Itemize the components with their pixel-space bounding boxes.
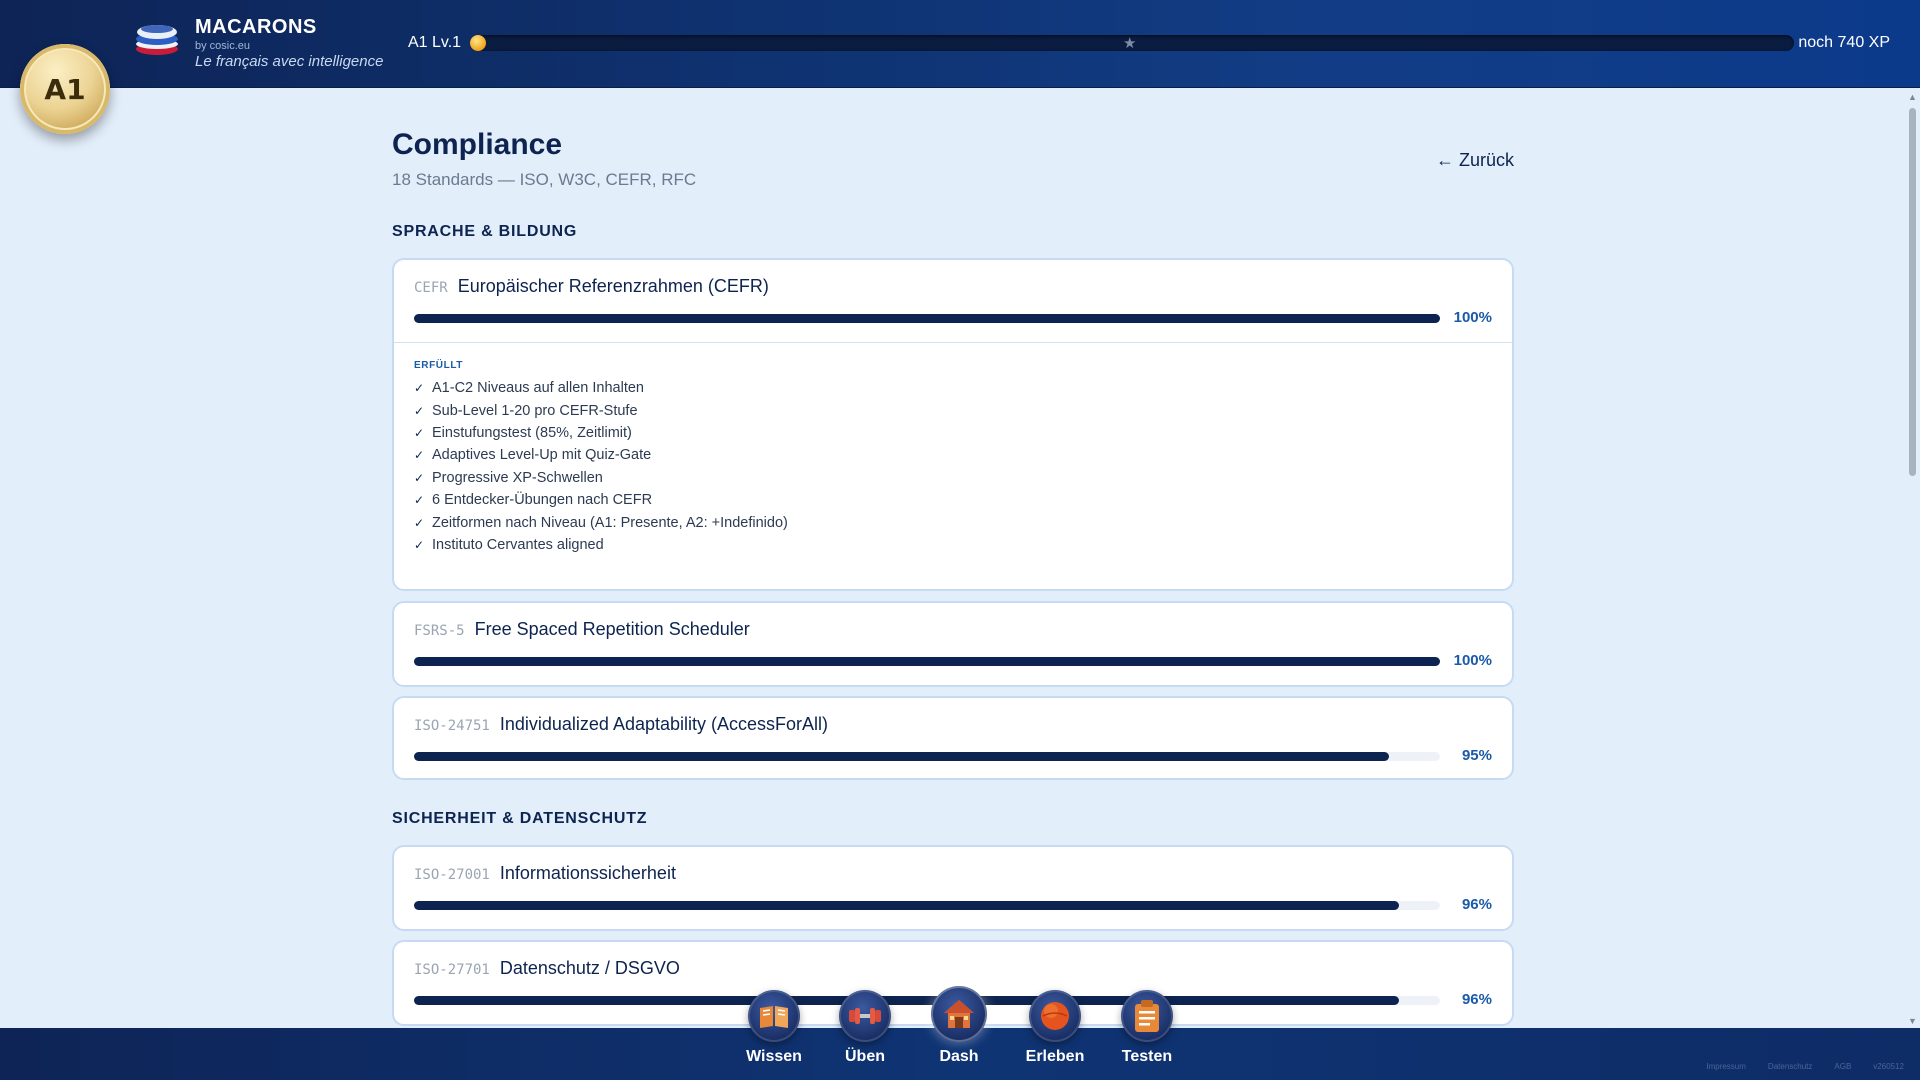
brand-tagline: Le français avec intelligence xyxy=(195,53,384,70)
list-item: ✓ Progressive XP-Schwellen xyxy=(414,469,603,486)
scroll-thumb[interactable] xyxy=(1909,108,1916,476)
footer-link-agb[interactable]: AGB xyxy=(1834,1062,1851,1071)
nav-testen[interactable]: Testen xyxy=(1102,990,1192,1066)
standard-card-cefr[interactable]: CEFR Europäischer Referenzrahmen (CEFR) … xyxy=(392,258,1514,591)
coin-icon xyxy=(470,35,486,51)
footer-link-datenschutz[interactable]: Datenschutz xyxy=(1768,1062,1812,1071)
progress-bar xyxy=(414,752,1440,761)
list-item: ✓ Sub-Level 1-20 pro CEFR-Stufe xyxy=(414,402,638,419)
nav-erleben[interactable]: Erleben xyxy=(1010,990,1100,1066)
progress-bar xyxy=(414,314,1440,323)
progress-percent: 100% xyxy=(1453,652,1492,669)
section-title: SPRACHE & BILDUNG xyxy=(392,223,578,240)
xp-level-label: A1 Lv.1 xyxy=(408,34,462,51)
nav-label: Wissen xyxy=(746,1048,802,1065)
brand-name: MACARONS xyxy=(195,16,317,38)
check-icon: ✓ xyxy=(414,493,425,508)
level-badge[interactable]: A1 xyxy=(20,44,110,134)
back-link[interactable]: ← Zurück xyxy=(1436,150,1514,171)
fulfilled-list: ✓ A1-C2 Niveaus auf allen Inhalten ✓ Sub-L… xyxy=(414,377,788,556)
progress-bar xyxy=(414,657,1440,666)
nav-wissen[interactable]: Wissen xyxy=(729,990,819,1066)
macaron-logo-icon xyxy=(136,25,178,55)
progress-bar xyxy=(414,901,1440,910)
check-icon: ✓ xyxy=(414,470,425,485)
nav-ueben[interactable]: Üben xyxy=(820,990,910,1066)
check-icon: ✓ xyxy=(414,448,425,463)
standard-name: Informationssicherheit xyxy=(499,863,676,883)
standard-code: FSRS-5 xyxy=(414,623,465,639)
check-icon: ✓ xyxy=(414,381,425,396)
list-item: ✓ Einstufungstest (85%, Zeitlimit) xyxy=(414,424,632,441)
standard-code: ISO-27701 xyxy=(414,962,490,978)
page-subtitle: 18 Standards — ISO, W3C, CEFR, RFC xyxy=(392,170,697,189)
house-icon xyxy=(931,986,987,1042)
progress-percent: 95% xyxy=(1461,747,1492,764)
progress-percent: 96% xyxy=(1461,896,1492,913)
list-item: ✓ Instituto Cervantes aligned xyxy=(414,536,604,553)
nav-dash[interactable]: Dash xyxy=(914,986,1004,1066)
book-icon xyxy=(748,990,800,1042)
brand: MACARONS by cosic.eu Le français avec in… xyxy=(195,16,383,70)
standard-code: ISO-27001 xyxy=(414,867,490,883)
standard-card-iso-24751[interactable]: ISO-24751 Individualized Adaptability (A… xyxy=(392,696,1514,780)
list-item: ✓ 6 Entdecker-Übungen nach CEFR xyxy=(414,492,653,509)
globe-icon xyxy=(1029,990,1081,1042)
clipboard-icon xyxy=(1121,990,1173,1042)
list-item: ✓ Zeitformen nach Niveau (A1: Presente, A… xyxy=(414,514,788,531)
fulfilled-label: ERFÜLLT xyxy=(414,360,464,371)
standard-code: ISO-24751 xyxy=(414,718,490,734)
standard-name: Datenschutz / DSGVO xyxy=(499,958,680,978)
standard-name: Free Spaced Repetition Scheduler xyxy=(474,619,750,639)
brand-byline: by cosic.eu xyxy=(195,40,251,52)
standard-card-fsrs[interactable]: FSRS-5 Free Spaced Repetition Scheduler … xyxy=(392,601,1514,687)
check-icon: ✓ xyxy=(414,425,425,440)
progress-percent: 100% xyxy=(1453,309,1492,326)
standard-code: CEFR xyxy=(414,280,448,296)
star-icon: ★ xyxy=(1123,35,1137,52)
page-title: Compliance xyxy=(392,128,563,161)
xp-progress-bar: ★ xyxy=(470,35,1794,52)
scroll-up-arrow-icon[interactable]: ▲ xyxy=(1908,92,1917,102)
check-icon: ✓ xyxy=(414,537,425,552)
scrollbar[interactable]: ▲ ▼ xyxy=(1904,88,1920,1028)
scroll-down-arrow-icon[interactable]: ▼ xyxy=(1908,1016,1917,1026)
progress-percent: 96% xyxy=(1461,991,1492,1008)
footer-version: v260512 xyxy=(1873,1062,1904,1071)
list-item: ✓ A1-C2 Niveaus auf allen Inhalten xyxy=(414,380,644,397)
xp-remaining: noch 740 XP xyxy=(1798,34,1890,51)
nav-label: Üben xyxy=(845,1048,885,1065)
standard-name: Europäischer Referenzrahmen (CEFR) xyxy=(457,276,769,296)
section-title: SICHERHEIT & DATENSCHUTZ xyxy=(392,810,648,827)
standard-card-iso-27001[interactable]: ISO-27001 Informationssicherheit 96% xyxy=(392,845,1514,931)
check-icon: ✓ xyxy=(414,403,425,418)
nav-label: Testen xyxy=(1121,1048,1173,1065)
dumbbell-icon xyxy=(839,990,891,1042)
nav-label: Erleben xyxy=(1025,1048,1085,1065)
standard-name: Individualized Adaptability (AccessForAl… xyxy=(499,714,829,734)
footer-links: Impressum Datenschutz AGB v260512 xyxy=(1706,1062,1904,1071)
top-header: MACARONS by cosic.eu Le français avec in… xyxy=(0,0,1920,88)
footer-link-impressum[interactable]: Impressum xyxy=(1706,1062,1746,1071)
divider xyxy=(394,342,1512,343)
list-item: ✓ Adaptives Level-Up mit Quiz-Gate xyxy=(414,447,652,464)
check-icon: ✓ xyxy=(414,515,425,530)
nav-label: Dash xyxy=(939,1048,979,1065)
